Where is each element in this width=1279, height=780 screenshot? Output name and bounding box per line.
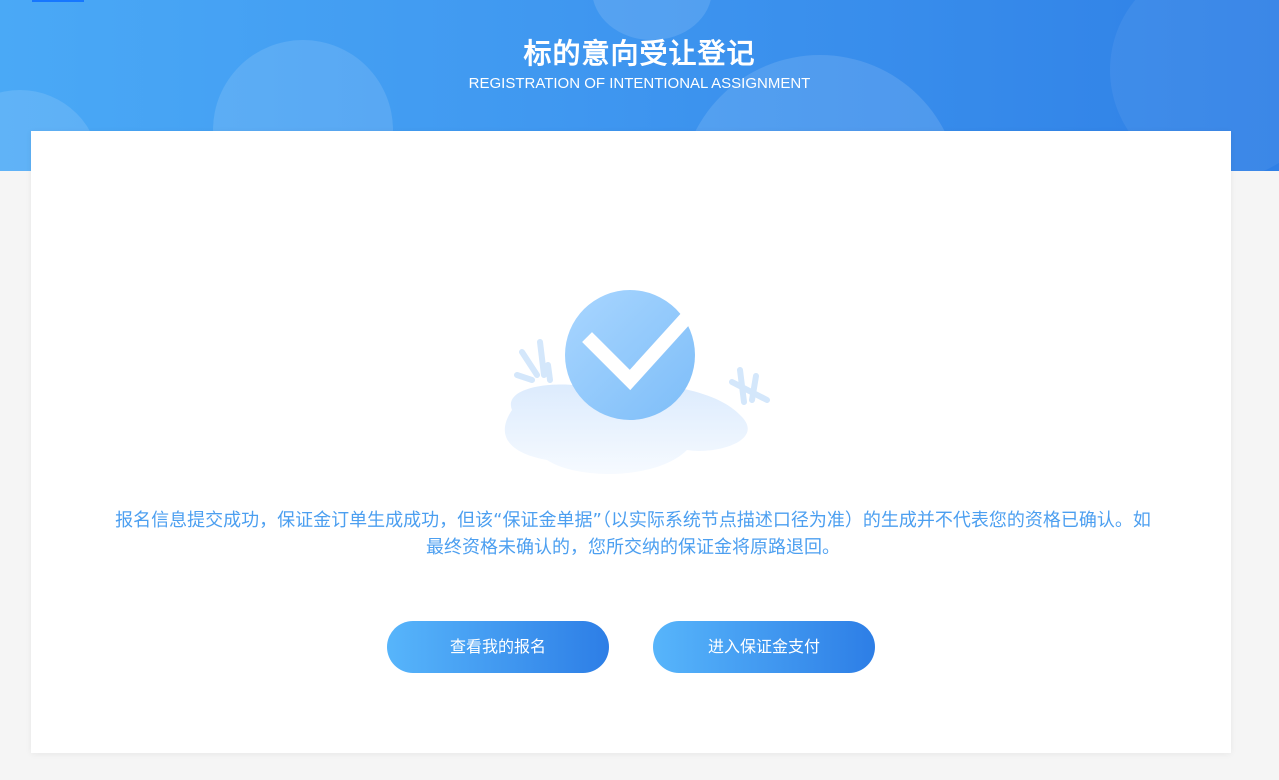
success-check-icon <box>504 285 770 474</box>
view-my-registration-button[interactable]: 查看我的报名 <box>387 621 609 673</box>
page-title: 标的意向受让登记 <box>523 37 756 70</box>
top-accent-bar <box>32 0 84 2</box>
page-subtitle: REGISTRATION OF INTENTIONAL ASSIGNMENT <box>468 75 811 92</box>
pay-deposit-button[interactable]: 进入保证金支付 <box>653 621 875 673</box>
success-message: 报名信息提交成功，保证金订单生成成功，但该“保证金单据”（以实际系统节点描述口径… <box>115 510 1151 558</box>
